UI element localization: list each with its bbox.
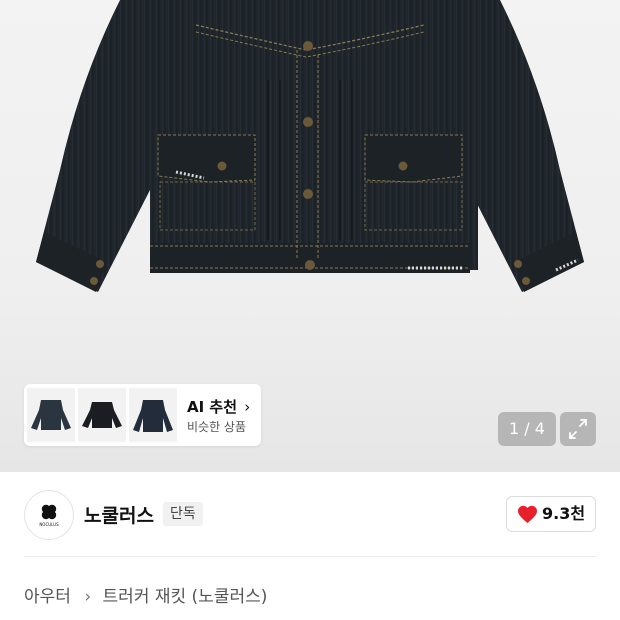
chevron-right-icon: › xyxy=(84,587,92,607)
exclusive-badge: 단독 xyxy=(163,502,203,526)
recommend-thumb-3[interactable] xyxy=(129,388,177,442)
breadcrumb-subcategory[interactable]: 트러커 재킷 (노쿨러스) xyxy=(103,587,268,607)
product-image-gallery[interactable]: AI 추천 › 비슷한 상품 1 / 4 xyxy=(0,0,620,472)
heart-icon xyxy=(518,505,537,524)
ai-recommend-title: AI 추천 › xyxy=(187,398,251,416)
breadcrumb: 아우터 › 트러커 재킷 (노쿨러스) xyxy=(24,582,267,607)
divider xyxy=(24,556,596,557)
like-count: 9.3천 xyxy=(542,504,586,523)
recommend-thumb-1[interactable] xyxy=(27,388,75,442)
brand-row: NOCULUS 노쿨러스 단독 9.3천 xyxy=(0,472,620,556)
brand-logo-text: NOCULUS xyxy=(39,522,59,527)
ai-recommend-subtitle: 비슷한 상품 xyxy=(187,420,247,434)
recommend-thumb-2[interactable] xyxy=(78,388,126,442)
breadcrumb-category[interactable]: 아우터 xyxy=(24,587,71,607)
page-counter: 1 / 4 xyxy=(498,412,556,446)
like-button[interactable]: 9.3천 xyxy=(506,496,596,532)
brand-name[interactable]: 노쿨러스 xyxy=(84,501,154,528)
chevron-right-icon: › xyxy=(244,398,251,416)
brand-logo[interactable]: NOCULUS xyxy=(24,490,74,540)
expand-button[interactable] xyxy=(560,412,596,446)
expand-arrows-icon xyxy=(569,419,587,439)
ai-recommend-card[interactable]: AI 추천 › 비슷한 상품 xyxy=(24,384,261,446)
